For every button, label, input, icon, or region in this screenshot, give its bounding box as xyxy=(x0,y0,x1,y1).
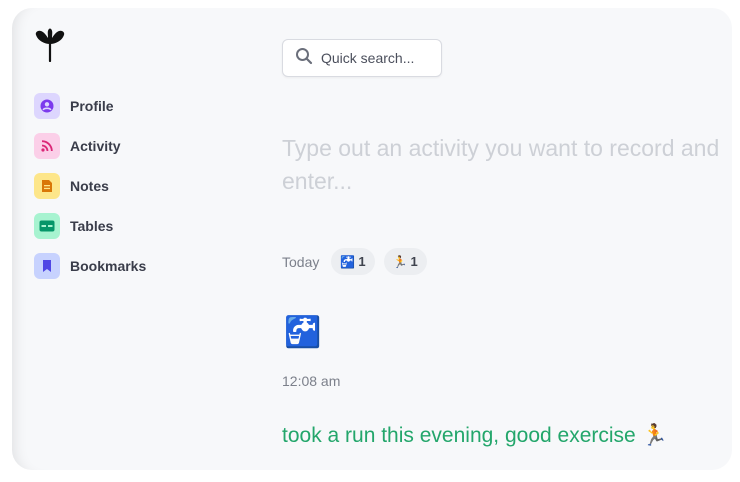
app-window: Profile Activity Notes Tables Bookmarks xyxy=(12,8,732,470)
bookmark-icon xyxy=(34,253,60,279)
activity-entry-time: 12:08 am xyxy=(282,373,341,389)
sidebar-item-notes[interactable]: Notes xyxy=(34,166,146,206)
day-label: Today xyxy=(282,253,320,270)
chip-count: 1 xyxy=(410,254,418,269)
activity-input[interactable]: Type out an activity you want to record … xyxy=(282,132,732,198)
sidebar-item-label: Bookmarks xyxy=(70,258,147,274)
sidebar-item-label: Activity xyxy=(70,138,121,154)
sidebar-item-activity[interactable]: Activity xyxy=(34,126,146,166)
search-icon xyxy=(295,47,313,70)
water-tap-emoji: 🚰 xyxy=(340,254,356,269)
document-icon xyxy=(34,173,60,199)
sidebar-nav: Profile Activity Notes Tables Bookmarks xyxy=(34,86,146,286)
activity-entry-emoji[interactable]: 🚰 xyxy=(284,313,321,353)
activity-count-chip[interactable]: 🚰 1 xyxy=(331,248,375,275)
sidebar-item-tables[interactable]: Tables xyxy=(34,206,146,246)
sidebar-item-bookmarks[interactable]: Bookmarks xyxy=(34,246,146,286)
sidebar-item-label: Profile xyxy=(70,98,114,114)
sidebar-item-label: Notes xyxy=(70,178,109,194)
table-icon xyxy=(34,213,60,239)
runner-emoji: 🏃 xyxy=(392,254,408,269)
activity-count-chip[interactable]: 🏃 1 xyxy=(383,248,427,275)
chip-count: 1 xyxy=(358,254,366,269)
ginkgo-leaf-logo xyxy=(35,28,65,62)
rss-icon xyxy=(34,133,60,159)
sidebar-item-profile[interactable]: Profile xyxy=(34,86,146,126)
sidebar-item-label: Tables xyxy=(70,218,114,234)
activity-input-placeholder: Type out an activity you want to record … xyxy=(282,135,720,161)
quick-search-button[interactable]: Quick search... xyxy=(282,39,442,77)
user-circle-icon xyxy=(34,93,60,119)
day-summary: Today 🚰 1 🏃 1 xyxy=(282,248,436,275)
search-label: Quick search... xyxy=(321,50,415,66)
activity-entry-text[interactable]: took a run this evening, good exercise 🏃 xyxy=(282,424,668,448)
activity-input-placeholder-continued: enter... xyxy=(282,168,353,194)
